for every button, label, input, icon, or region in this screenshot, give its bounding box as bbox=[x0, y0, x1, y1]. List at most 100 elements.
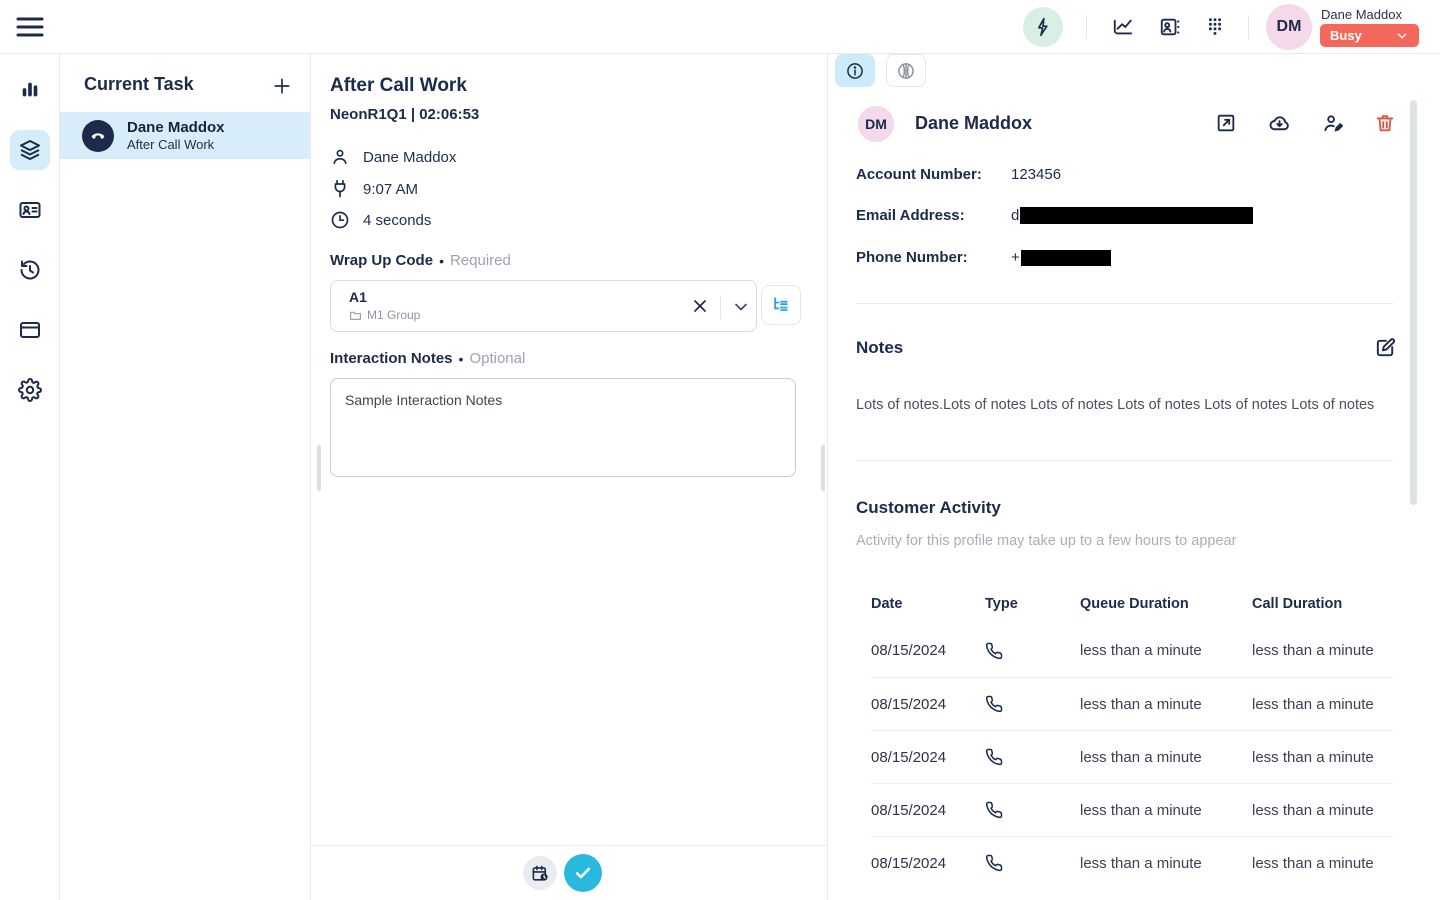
call-type-icon bbox=[985, 801, 1080, 819]
start-time-text: 9:07 AM bbox=[363, 181, 418, 198]
required-hint: Required bbox=[450, 252, 511, 269]
activity-table: Date Type Queue Duration Call Duration 0… bbox=[871, 584, 1393, 889]
email-address-row: Email Address: d bbox=[856, 207, 1253, 224]
task-list-item[interactable]: Dane Maddox After Call Work bbox=[60, 112, 310, 159]
account-number-label: Account Number: bbox=[856, 166, 1011, 183]
contacts-directory-icon[interactable] bbox=[1159, 16, 1181, 38]
optional-hint: Optional bbox=[469, 350, 525, 367]
task-call-avatar bbox=[82, 120, 114, 152]
contact-card-icon bbox=[18, 198, 42, 222]
task-item-name: Dane Maddox bbox=[127, 119, 225, 136]
chevron-down-icon bbox=[1395, 29, 1409, 43]
sidebar-item-queues[interactable] bbox=[10, 130, 50, 170]
complete-task-button[interactable] bbox=[564, 854, 602, 892]
clock-icon bbox=[330, 210, 350, 230]
activity-table-header: Date Type Queue Duration Call Duration bbox=[871, 584, 1393, 624]
task-detail-title: After Call Work bbox=[330, 75, 467, 97]
activity-row[interactable]: 08/15/2024 less than a minute less than … bbox=[871, 730, 1393, 783]
redaction-bar bbox=[1020, 207, 1253, 224]
quick-actions-button[interactable] bbox=[1023, 7, 1063, 47]
dialpad-icon[interactable] bbox=[1204, 16, 1226, 38]
panel-resize-handle-right[interactable] bbox=[821, 445, 825, 491]
status-selector[interactable]: Busy bbox=[1320, 24, 1419, 47]
edit-contact-icon[interactable] bbox=[1322, 112, 1344, 134]
contact-name-text: Dane Maddox bbox=[363, 149, 456, 166]
selected-group-row: M1 Group bbox=[349, 308, 420, 322]
topbar-divider bbox=[1248, 15, 1249, 39]
activity-call-duration: less than a minute bbox=[1252, 642, 1393, 659]
activity-date: 08/15/2024 bbox=[871, 696, 985, 713]
activity-row[interactable]: 08/15/2024 less than a minute less than … bbox=[871, 677, 1393, 730]
activity-table-body: 08/15/2024 less than a minute less than … bbox=[871, 624, 1393, 889]
panel-scrollbar[interactable] bbox=[1410, 100, 1417, 505]
contact-name: Dane Maddox bbox=[915, 113, 1032, 134]
call-type-icon bbox=[985, 695, 1080, 713]
email-prefix: d bbox=[1011, 207, 1019, 224]
column-type: Type bbox=[985, 596, 1080, 612]
menu-icon[interactable] bbox=[16, 15, 44, 39]
layers-icon bbox=[18, 138, 42, 162]
notes-title: Notes bbox=[856, 338, 903, 358]
column-queue-duration: Queue Duration bbox=[1080, 596, 1252, 612]
start-time-row: 9:07 AM bbox=[330, 179, 418, 199]
edit-notes-icon[interactable] bbox=[1374, 336, 1396, 358]
chevron-down-icon[interactable] bbox=[731, 297, 751, 317]
user-avatar[interactable]: DM bbox=[1266, 4, 1312, 50]
topbar-divider bbox=[1086, 15, 1087, 39]
section-divider bbox=[856, 303, 1393, 304]
status-label: Busy bbox=[1330, 28, 1362, 43]
contact-avatar: DM bbox=[858, 106, 894, 142]
user-name: Dane Maddox bbox=[1321, 7, 1402, 22]
interaction-notes-input[interactable]: Sample Interaction Notes bbox=[330, 378, 796, 477]
sidebar-item-workspace[interactable] bbox=[10, 310, 50, 350]
bullet-separator: • bbox=[459, 351, 464, 367]
sidebar-item-dashboard[interactable] bbox=[10, 70, 50, 110]
activity-call-duration: less than a minute bbox=[1252, 749, 1393, 766]
call-type-icon bbox=[985, 748, 1080, 766]
wrap-up-code-label: Wrap Up Code bbox=[330, 252, 433, 269]
task-item-subtitle: After Call Work bbox=[127, 137, 225, 152]
activity-row[interactable]: 08/15/2024 less than a minute less than … bbox=[871, 836, 1393, 889]
sidebar-item-settings[interactable] bbox=[10, 370, 50, 410]
panel-resize-handle-left[interactable] bbox=[317, 445, 321, 491]
download-cloud-icon[interactable] bbox=[1268, 112, 1290, 134]
tree-list-icon bbox=[771, 295, 791, 315]
interaction-notes-label: Interaction Notes bbox=[330, 350, 453, 367]
interaction-notes-label-row: Interaction Notes • Optional bbox=[330, 350, 525, 367]
activity-queue-duration: less than a minute bbox=[1080, 802, 1252, 819]
top-bar: DM Dane Maddox Busy bbox=[0, 0, 1440, 54]
activity-row[interactable]: 08/15/2024 less than a minute less than … bbox=[871, 783, 1393, 836]
call-type-icon bbox=[985, 642, 1080, 660]
tab-insights[interactable] bbox=[886, 54, 926, 87]
account-number-value: 123456 bbox=[1011, 166, 1061, 183]
redaction-bar bbox=[1021, 250, 1111, 266]
activity-call-duration: less than a minute bbox=[1252, 802, 1393, 819]
open-in-new-icon[interactable] bbox=[1215, 112, 1237, 134]
delete-contact-icon[interactable] bbox=[1374, 112, 1396, 134]
activity-date: 08/15/2024 bbox=[871, 749, 985, 766]
phone-number-label: Phone Number: bbox=[856, 249, 1011, 266]
current-task-title: Current Task bbox=[84, 74, 194, 95]
column-date: Date bbox=[871, 596, 985, 612]
phone-number-row: Phone Number: + bbox=[856, 249, 1111, 266]
phone-number-value: + bbox=[1011, 249, 1111, 266]
person-icon bbox=[330, 147, 350, 167]
plug-icon bbox=[330, 179, 350, 199]
check-icon bbox=[573, 863, 593, 883]
reports-chart-icon[interactable] bbox=[1112, 16, 1134, 38]
brain-icon bbox=[896, 61, 916, 81]
selected-code: A1 bbox=[349, 289, 367, 305]
history-icon bbox=[18, 258, 42, 282]
browse-codes-button[interactable] bbox=[761, 285, 801, 325]
sidebar-item-contacts[interactable] bbox=[10, 190, 50, 230]
current-task-panel: Current Task Dane Maddox After Call Work bbox=[60, 54, 311, 900]
activity-row[interactable]: 08/15/2024 less than a minute less than … bbox=[871, 624, 1393, 677]
wrap-up-code-label-row: Wrap Up Code • Required bbox=[330, 252, 511, 269]
wrap-up-code-select[interactable]: A1 M1 Group bbox=[330, 280, 757, 332]
add-task-button[interactable] bbox=[272, 76, 292, 96]
schedule-callback-button[interactable] bbox=[523, 856, 557, 890]
sidebar-item-history[interactable] bbox=[10, 250, 50, 290]
duration-row: 4 seconds bbox=[330, 210, 431, 230]
clear-selection-icon[interactable] bbox=[690, 296, 712, 318]
tab-contact-info[interactable] bbox=[835, 54, 875, 87]
